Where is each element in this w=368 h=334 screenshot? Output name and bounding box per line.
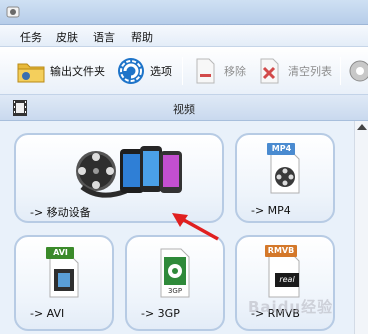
app-logo-icon	[6, 6, 20, 18]
menu-skin[interactable]: 皮肤	[56, 29, 78, 45]
convert-avi-label: -> AVI	[30, 307, 65, 320]
clear-list-button[interactable]: 清空列表	[254, 55, 332, 87]
annotation-arrow-icon	[172, 213, 219, 241]
app-window: 任务 皮肤 语言 帮助 输出文件夹 选项 移除 清空列表 视频 -> 移动设备 …	[0, 0, 368, 334]
real-logo-text: real	[279, 275, 295, 284]
rmvb-badge-text: RMVB	[267, 246, 295, 255]
output-folder-label: 输出文件夹	[50, 65, 105, 78]
menu-task[interactable]: 任务	[20, 29, 42, 45]
clear-list-label: 清空列表	[288, 65, 332, 78]
remove-label: 移除	[224, 65, 246, 78]
menu-bar: 任务 皮肤 语言 帮助	[0, 25, 368, 47]
vertical-scrollbar[interactable]	[354, 121, 368, 334]
menu-help[interactable]: 帮助	[131, 29, 153, 45]
tab-video-label: 视频	[173, 103, 195, 116]
output-folder-button[interactable]: 输出文件夹	[16, 55, 105, 87]
clear-list-icon	[260, 58, 279, 84]
avi-badge-text: AVI	[53, 248, 68, 257]
convert-3gp-label: -> 3GP	[141, 307, 180, 320]
remove-button[interactable]: 移除	[190, 55, 246, 87]
remove-file-icon	[196, 58, 215, 84]
tab-video[interactable]: 视频	[0, 95, 368, 121]
toolbar-separator	[182, 57, 183, 85]
options-button[interactable]: 选项	[116, 55, 172, 87]
options-label: 选项	[150, 65, 172, 78]
title-bar	[0, 0, 368, 25]
convert-3gp-card[interactable]: 3GP -> 3GP	[125, 235, 225, 331]
convert-mobile-card[interactable]: -> 移动设备	[14, 133, 224, 223]
mp4-badge-text: MP4	[271, 144, 292, 153]
convert-mobile-label: -> 移动设备	[30, 206, 91, 219]
baidu-watermark: Baidu经验	[248, 298, 334, 316]
scroll-up-arrow-icon[interactable]	[357, 124, 367, 130]
toolbar-separator	[340, 57, 341, 85]
menu-language[interactable]: 语言	[93, 29, 115, 45]
convert-avi-card[interactable]: AVI -> AVI	[14, 235, 114, 331]
convert-mp4-label: -> MP4	[251, 204, 291, 217]
3gp-badge-text: 3GP	[167, 287, 183, 295]
options-gear-icon	[118, 58, 144, 84]
folder-icon	[17, 63, 45, 83]
toolbar: 输出文件夹 选项 移除 清空列表	[0, 47, 368, 95]
settings-gear-icon[interactable]	[348, 58, 368, 84]
convert-mp4-card[interactable]: MP4 -> MP4	[235, 133, 335, 223]
mobile-devices-icon	[76, 146, 182, 198]
